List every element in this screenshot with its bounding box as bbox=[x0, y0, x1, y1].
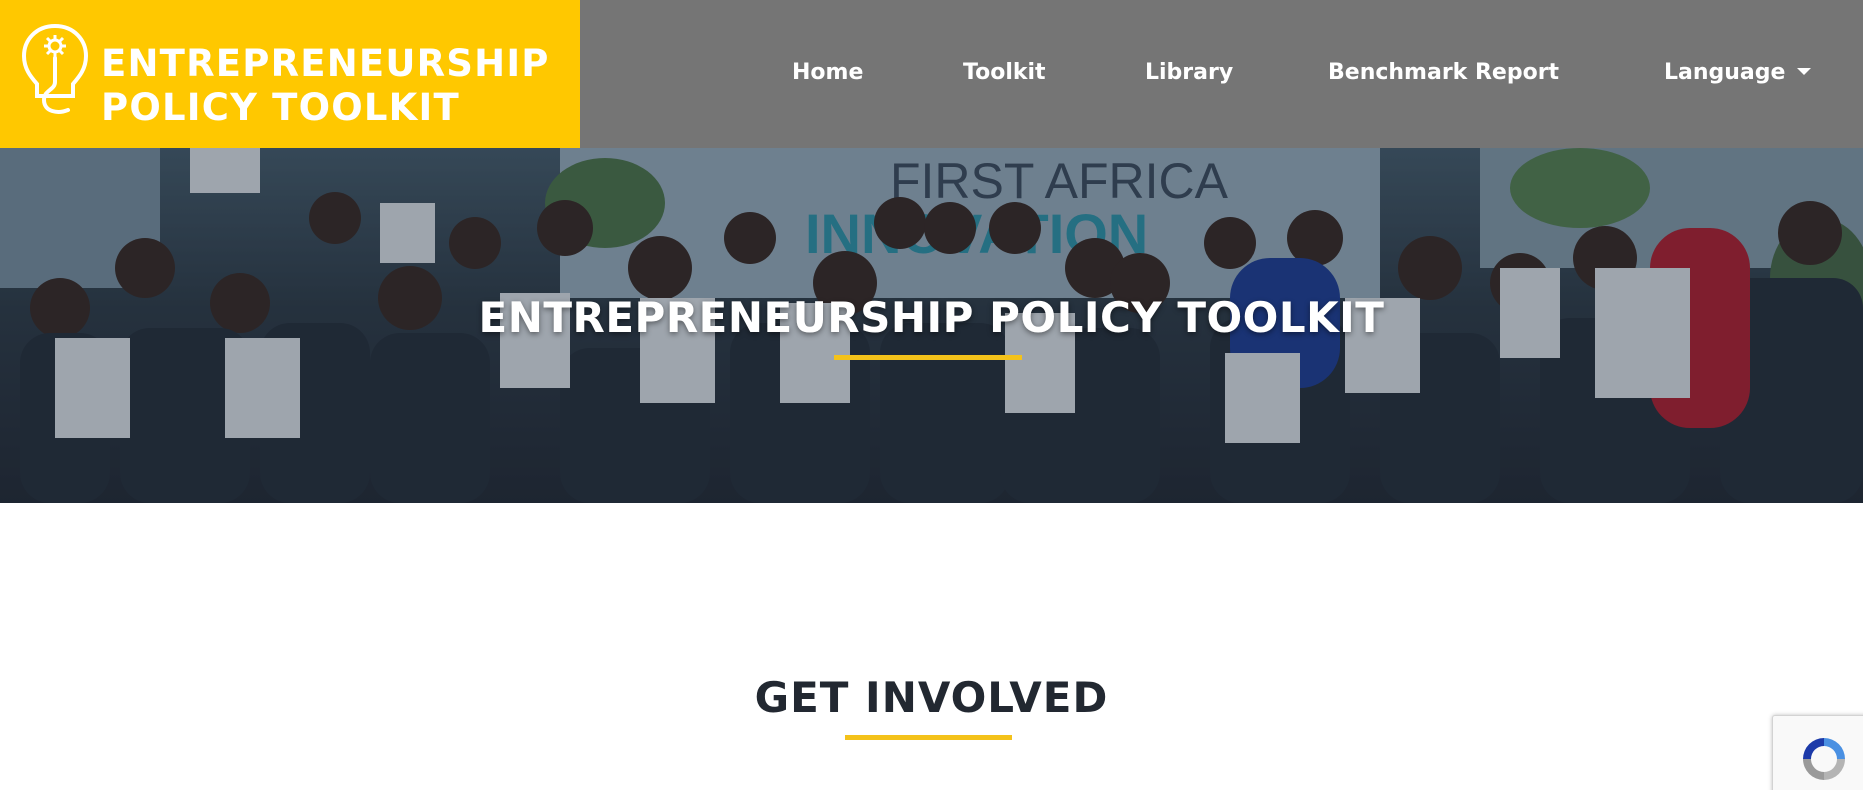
site-logo-text: ENTREPRENEURSHIP POLICY TOOLKIT bbox=[101, 42, 550, 130]
hero-title: ENTREPRENEURSHIP POLICY TOOLKIT bbox=[478, 293, 1385, 342]
hero-banner: FIRST AFRICA INNOVATION ENTREPRENEURSHIP… bbox=[0, 148, 1863, 503]
nav-language-label: Language bbox=[1664, 60, 1786, 85]
nav-home[interactable]: Home bbox=[792, 58, 863, 88]
caret-down-icon bbox=[1797, 68, 1812, 75]
section-title-underline bbox=[845, 735, 1012, 740]
section-title-get-involved: GET INVOLVED bbox=[754, 673, 1109, 722]
lightbulb-gear-icon bbox=[21, 23, 89, 114]
nav-language-dropdown[interactable]: Language bbox=[1664, 58, 1812, 88]
logo-line-1: ENTREPRENEURSHIP bbox=[101, 42, 550, 85]
nav-library[interactable]: Library bbox=[1145, 58, 1233, 88]
logo-link[interactable]: ENTREPRENEURSHIP POLICY TOOLKIT bbox=[0, 0, 580, 148]
nav-toolkit[interactable]: Toolkit bbox=[963, 58, 1046, 88]
logo-line-2: POLICY TOOLKIT bbox=[101, 86, 460, 129]
nav-benchmark-report[interactable]: Benchmark Report bbox=[1328, 58, 1559, 88]
hero-title-underline bbox=[834, 355, 1022, 360]
site-header: ENTREPRENEURSHIP POLICY TOOLKIT Home Too… bbox=[0, 0, 1863, 148]
recaptcha-badge[interactable] bbox=[1772, 715, 1863, 790]
recaptcha-icon bbox=[1803, 738, 1845, 780]
